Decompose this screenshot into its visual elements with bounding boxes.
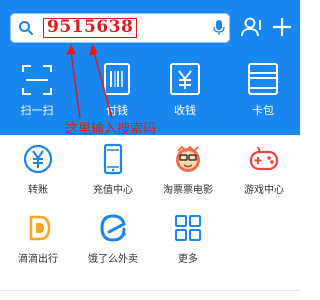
service-label-didi[interactable]: 滴滴出行: [1, 250, 75, 265]
movie-ticket-icon[interactable]: [172, 143, 204, 175]
service-label-games[interactable]: 游戏中心: [227, 181, 301, 196]
eleme-icon[interactable]: [97, 212, 129, 244]
didi-icon[interactable]: [22, 212, 54, 244]
app-header: 9515638 扫一扫 付钱 收钱 卡包 这里输入搜索码: [0, 0, 300, 137]
gamepad-icon[interactable]: [248, 143, 280, 175]
more-grid-icon[interactable]: [172, 212, 204, 244]
service-label-movie[interactable]: 淘票票电影: [151, 181, 225, 196]
service-label-recharge[interactable]: 充值中心: [76, 181, 150, 196]
bottom-divider: [0, 290, 300, 291]
annotation-text: 这里输入搜索码: [65, 122, 157, 137]
transfer-icon[interactable]: [22, 143, 54, 175]
recharge-icon[interactable]: [97, 143, 129, 175]
service-label-more[interactable]: 更多: [151, 250, 225, 265]
annotation-arrows: [66, 44, 113, 119]
service-label-transfer[interactable]: 转账: [1, 181, 75, 196]
service-label-eleme[interactable]: 饿了么外卖: [76, 250, 150, 265]
